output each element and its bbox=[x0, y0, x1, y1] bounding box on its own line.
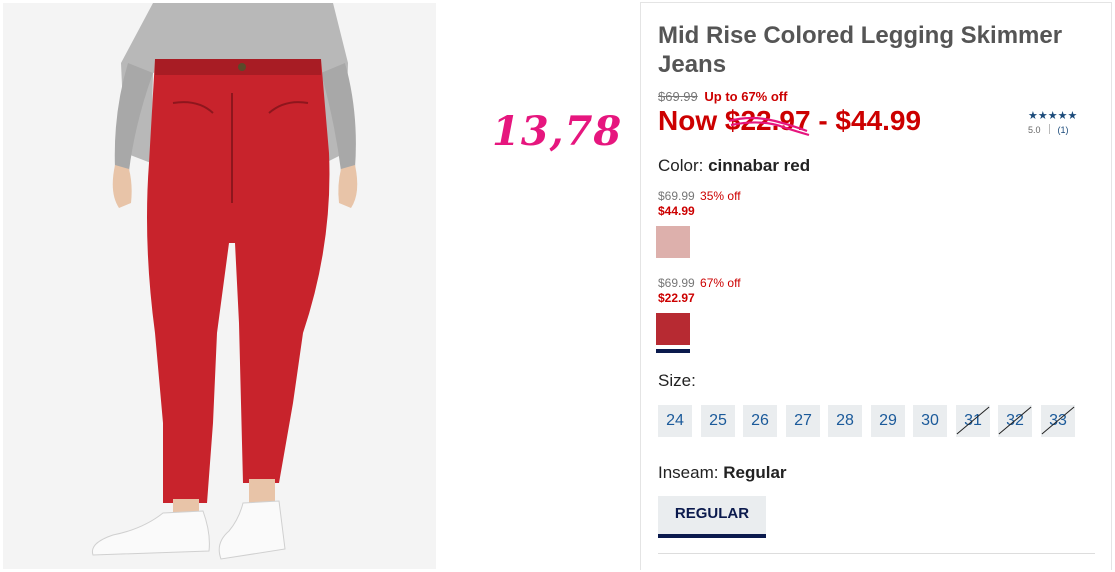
size-option-25[interactable]: 25 bbox=[701, 405, 735, 437]
color-swatch-cinnabar-red[interactable] bbox=[656, 313, 690, 345]
selected-swatch-indicator bbox=[656, 349, 690, 353]
variant-original-price: $69.99 bbox=[658, 189, 695, 203]
now-prefix: Now bbox=[658, 105, 718, 136]
size-option-26[interactable]: 26 bbox=[743, 405, 777, 437]
review-count-link[interactable]: (1) bbox=[1058, 125, 1069, 135]
variant-sale-price: $22.97 bbox=[658, 291, 695, 305]
variant-original-price: $69.99 bbox=[658, 276, 695, 290]
size-option-30[interactable]: 30 bbox=[913, 405, 947, 437]
variant-discount: 35% off bbox=[700, 189, 741, 203]
inseam-regular-button[interactable]: REGULAR bbox=[658, 496, 766, 534]
original-price-row: $69.99 Up to 67% off bbox=[658, 89, 787, 104]
pen-scribble-mark bbox=[728, 116, 810, 137]
size-option-31-unavailable[interactable]: 31 bbox=[956, 405, 990, 437]
size-option-32-unavailable[interactable]: 32 bbox=[998, 405, 1032, 437]
rating-meta: 5.0 (1) bbox=[1028, 124, 1088, 135]
color-swatch-pink[interactable] bbox=[656, 226, 690, 258]
product-title: Mid Rise Colored Legging Skimmer Jeans bbox=[658, 22, 1063, 78]
rating-block[interactable]: ★★★★★ 5.0 (1) bbox=[1028, 109, 1088, 135]
size-option-29[interactable]: 29 bbox=[871, 405, 905, 437]
color-variant-price-2: $69.99 67% off $22.97 bbox=[658, 276, 741, 306]
inseam-label-row: Inseam: Regular bbox=[658, 463, 787, 483]
rating-score: 5.0 bbox=[1028, 125, 1041, 135]
selected-inseam-indicator bbox=[658, 534, 766, 538]
variant-sale-price: $44.99 bbox=[658, 204, 695, 218]
section-divider bbox=[658, 553, 1095, 554]
sale-price: Now $22.97 - $44.99 bbox=[658, 105, 921, 137]
product-info-panel: Mid Rise Colored Legging Skimmer Jeans $… bbox=[640, 2, 1112, 570]
price-separator: - bbox=[818, 105, 828, 136]
rating-divider bbox=[1048, 124, 1050, 134]
selected-color-name: cinnabar red bbox=[708, 156, 811, 175]
product-image[interactable] bbox=[3, 3, 436, 569]
size-option-33-unavailable[interactable]: 33 bbox=[1041, 405, 1075, 437]
color-variant-price-1: $69.99 35% off $44.99 bbox=[658, 189, 741, 219]
size-label: Size: bbox=[658, 371, 696, 390]
high-price: $44.99 bbox=[835, 105, 922, 136]
inseam-label: Inseam: bbox=[658, 463, 719, 482]
size-option-24[interactable]: 24 bbox=[658, 405, 692, 437]
original-price: $69.99 bbox=[658, 89, 698, 104]
color-label-row: Color: cinnabar red bbox=[658, 156, 810, 176]
discount-label: Up to 67% off bbox=[704, 89, 788, 104]
size-option-27[interactable]: 27 bbox=[786, 405, 820, 437]
variant-discount: 67% off bbox=[700, 276, 741, 290]
handwritten-annotation: 13,78 bbox=[492, 108, 623, 155]
color-label: Color: bbox=[658, 156, 704, 175]
low-price-wrap: $22.97 bbox=[725, 105, 811, 137]
star-rating-icon: ★★★★★ bbox=[1028, 110, 1078, 122]
selected-inseam: Regular bbox=[723, 463, 787, 482]
size-option-28[interactable]: 28 bbox=[828, 405, 862, 437]
